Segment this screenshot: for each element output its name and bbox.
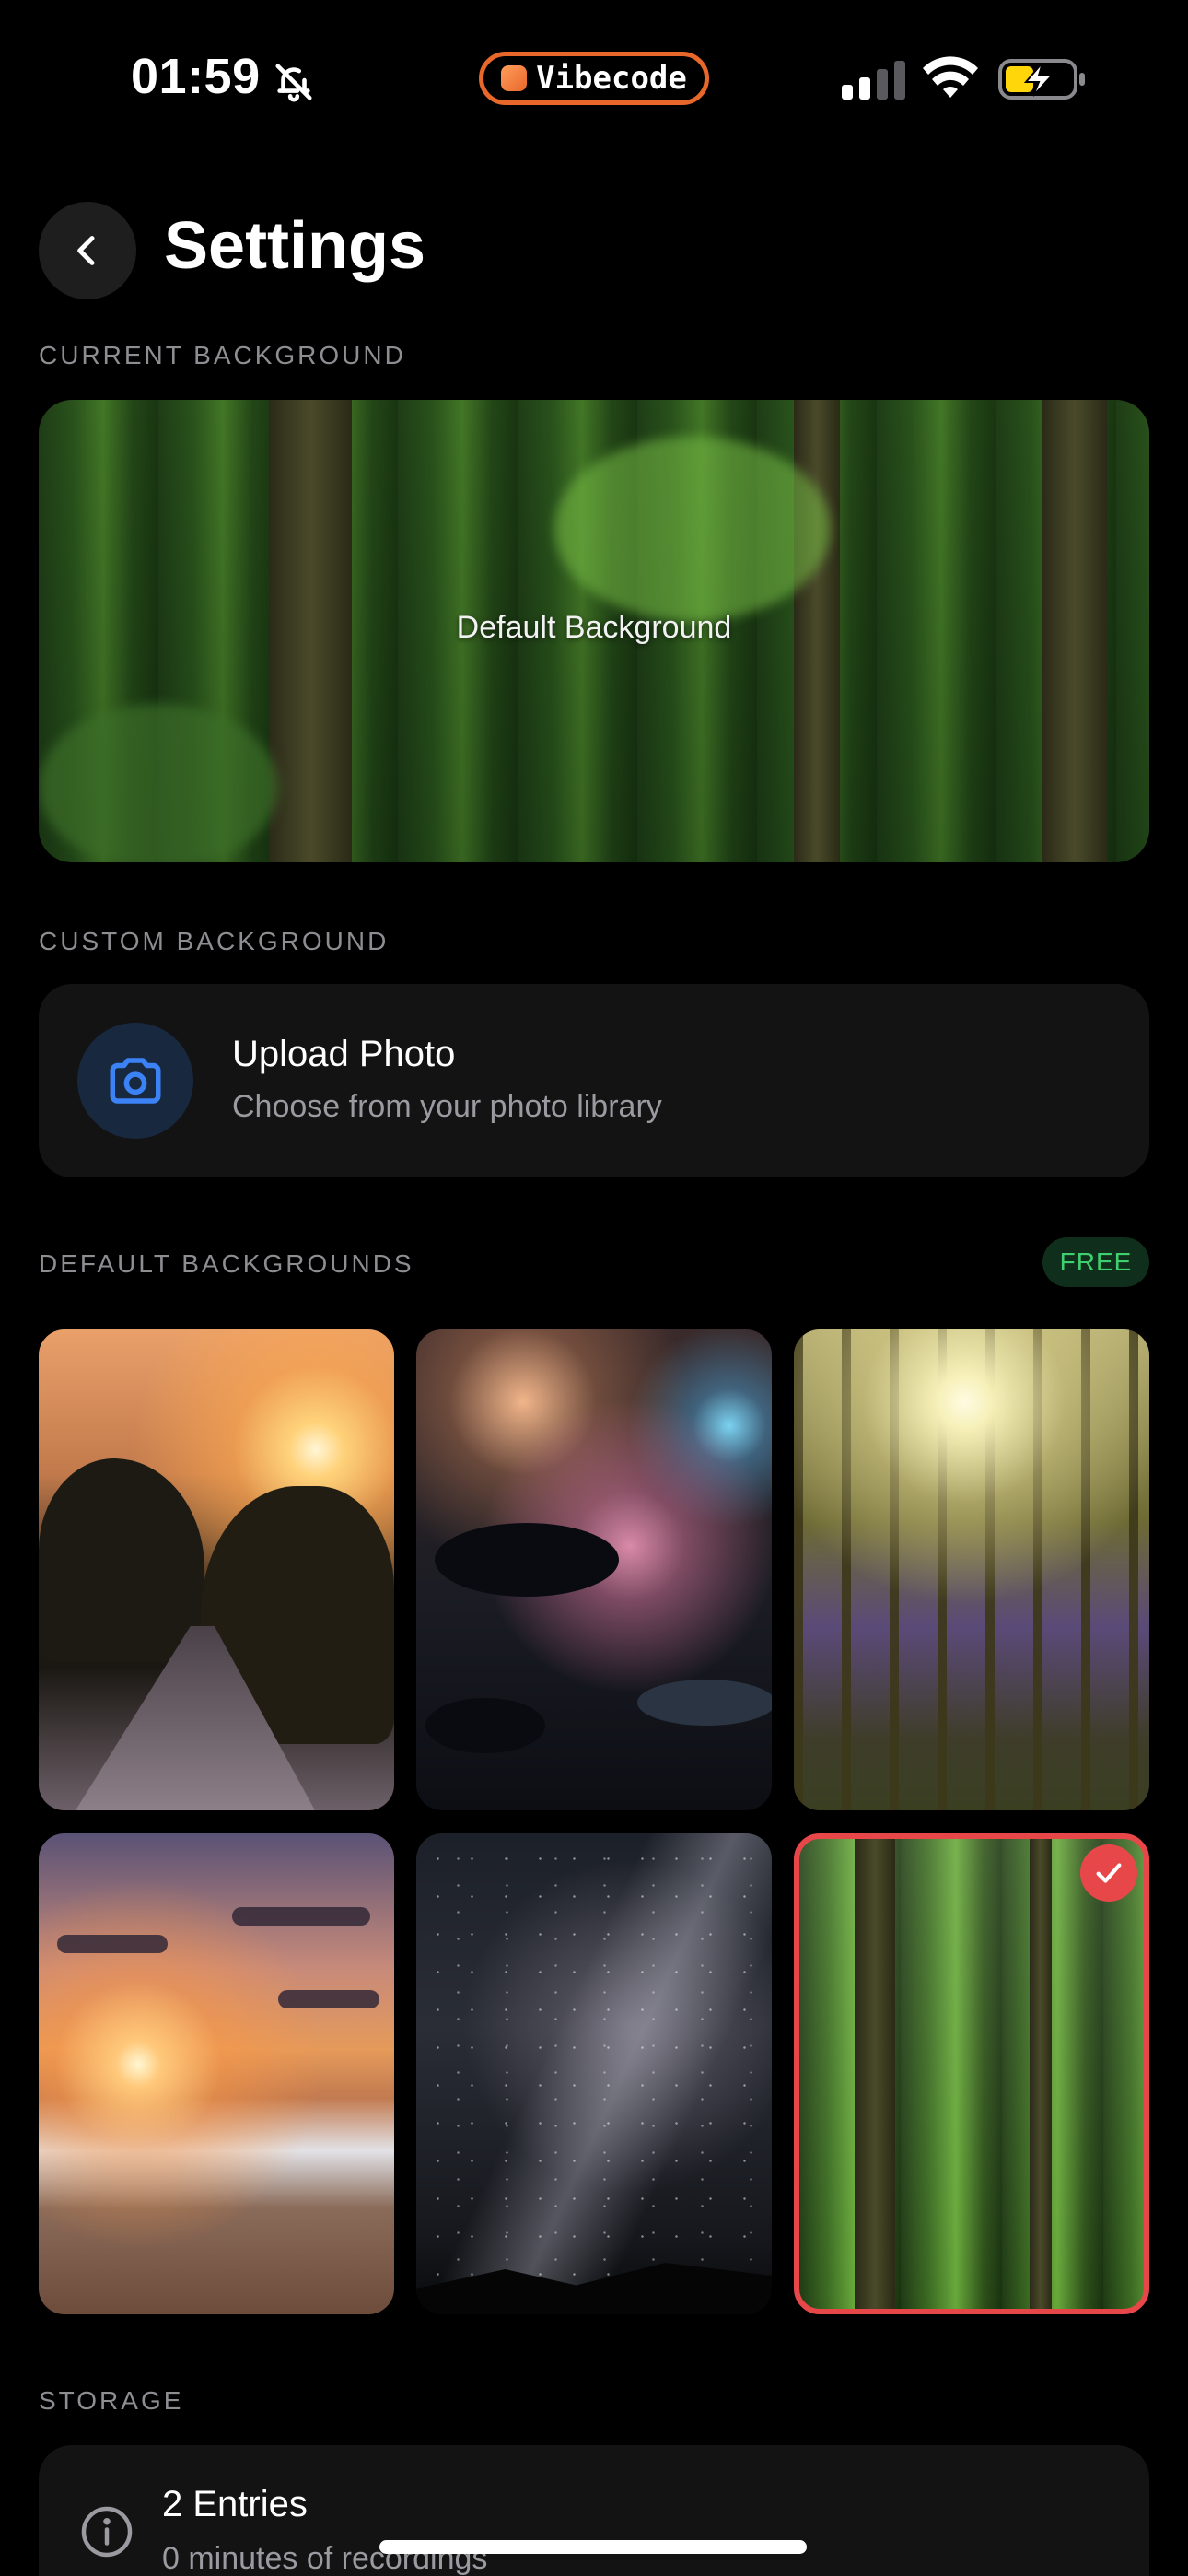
chevron-left-icon xyxy=(77,236,95,265)
current-background-preview[interactable]: Default Background xyxy=(39,400,1149,862)
storage-entries: 2 Entries xyxy=(162,2484,308,2524)
current-background-label: Default Background xyxy=(456,610,732,645)
info-icon xyxy=(81,2506,133,2558)
background-thumb-milky-way[interactable] xyxy=(416,1833,772,2314)
selected-check-badge xyxy=(1080,1844,1137,1902)
tree-trunk xyxy=(855,1839,895,2309)
vibecode-logo-icon xyxy=(501,65,528,91)
background-thumb-rainforest-selected[interactable] xyxy=(794,1833,1149,2314)
home-indicator[interactable] xyxy=(379,2540,807,2554)
bokeh-shape xyxy=(435,1523,619,1597)
tree-trunk xyxy=(1030,1839,1052,2309)
cellular-signal-icon xyxy=(842,61,905,100)
storage-card[interactable]: 2 Entries 0 minutes of recordings xyxy=(39,2445,1149,2576)
free-badge: FREE xyxy=(1042,1237,1149,1287)
upload-photo-title: Upload Photo xyxy=(232,1034,456,1074)
upload-icon-circle xyxy=(77,1023,193,1139)
stars xyxy=(416,1833,772,2314)
background-thumb-bokeh-lights[interactable] xyxy=(416,1329,772,1810)
section-label-default-backgrounds: DEFAULT BACKGROUNDS xyxy=(39,1249,414,1278)
page-title: Settings xyxy=(164,209,426,283)
cloud xyxy=(57,1935,168,1953)
foliage xyxy=(39,704,278,862)
bell-slash-icon xyxy=(275,64,312,102)
upload-photo-subtitle: Choose from your photo library xyxy=(232,1089,662,1124)
back-button[interactable] xyxy=(39,202,136,299)
bokeh-shape xyxy=(425,1698,545,1753)
checkmark-icon xyxy=(1096,1863,1122,1883)
upload-photo-button[interactable]: Upload Photo Choose from your photo libr… xyxy=(39,984,1149,1177)
bokeh-shape xyxy=(637,1680,772,1726)
wifi-icon xyxy=(923,56,978,98)
section-label-storage: STORAGE xyxy=(39,2386,184,2415)
cloud xyxy=(278,1990,379,2008)
vibecode-pill[interactable]: Vibecode xyxy=(479,52,709,105)
status-time: 01:59 xyxy=(131,49,261,104)
camera-icon xyxy=(110,1058,161,1104)
background-thumb-bluebell-forest[interactable] xyxy=(794,1329,1149,1810)
background-thumb-sunset-road[interactable] xyxy=(39,1329,394,1810)
tree-silhouette xyxy=(39,1458,204,1661)
section-label-custom-background: CUSTOM BACKGROUND xyxy=(39,927,390,955)
battery-charging-icon xyxy=(998,59,1085,100)
cloud xyxy=(232,1907,370,1926)
background-thumb-beach-sunset[interactable] xyxy=(39,1833,394,2314)
vibecode-label: Vibecode xyxy=(536,60,687,97)
status-bar: 01:59 Vibecode xyxy=(0,0,1188,161)
foliage xyxy=(554,437,831,621)
section-label-current-background: CURRENT BACKGROUND xyxy=(39,341,406,369)
